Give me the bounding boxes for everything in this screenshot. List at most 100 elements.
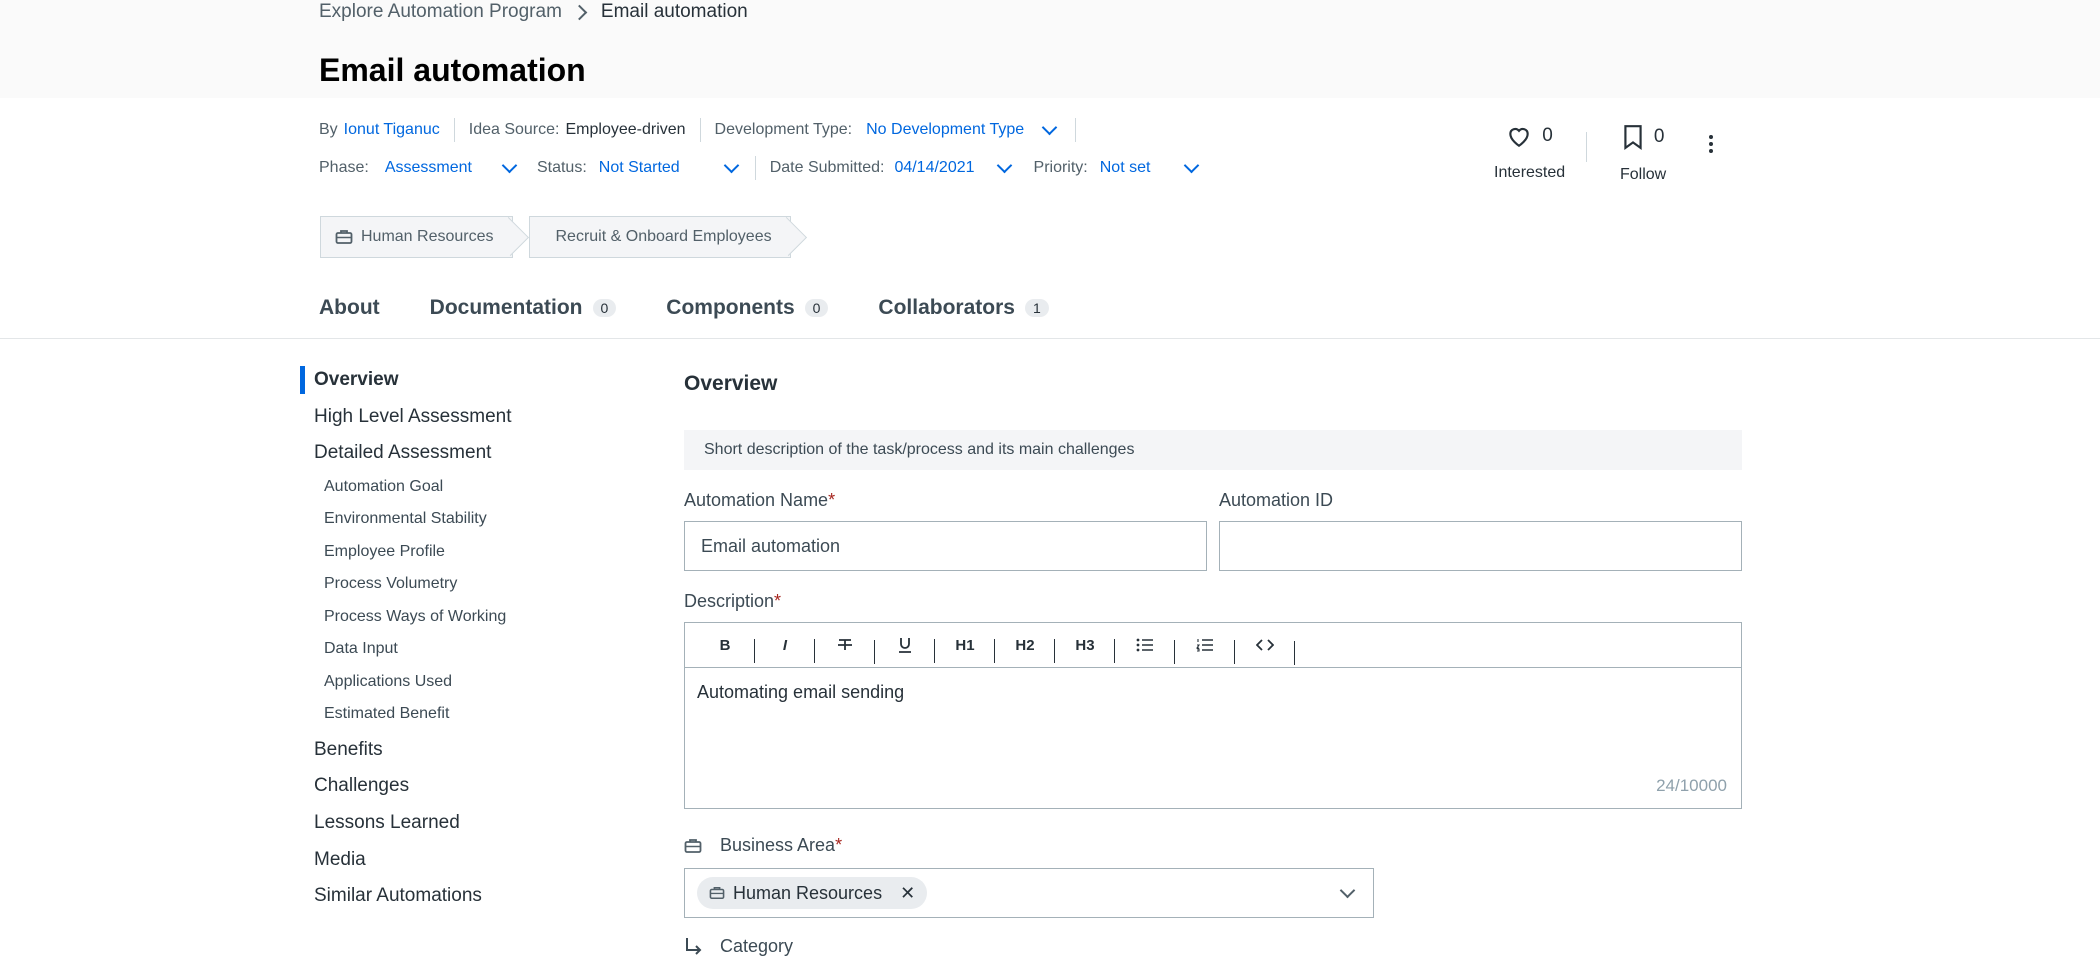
automation-name-label: Automation Name* <box>684 490 836 510</box>
breadcrumb-parent-link[interactable]: Explore Automation Program <box>319 1 562 23</box>
heading-1-button[interactable]: H1 <box>935 637 995 663</box>
nav-overview[interactable]: Overview <box>300 366 620 394</box>
divider <box>1075 118 1077 142</box>
divider <box>453 118 455 142</box>
page-title: Email automation <box>319 52 586 88</box>
phase-label: Phase: <box>319 159 369 176</box>
business-area-chip: Human Resources ✕ <box>697 877 928 909</box>
automation-id-label: Automation ID <box>1219 490 1334 510</box>
italic-button[interactable]: I <box>755 637 815 663</box>
business-area-label: Business Area * <box>684 835 1742 856</box>
priority-dropdown[interactable]: Not set <box>1100 159 1151 177</box>
phase-dropdown[interactable]: Assessment <box>385 159 472 177</box>
status-dropdown[interactable]: Not Started <box>599 159 680 177</box>
follow-button[interactable]: 0 Follow <box>1620 124 1666 184</box>
follow-label: Follow <box>1620 166 1667 183</box>
divider <box>754 156 756 180</box>
chevron-down-icon[interactable] <box>1041 119 1058 136</box>
meta-row-2: Phase: Assessment Status: Not Started Da… <box>319 154 1200 182</box>
nav-applications-used[interactable]: Applications Used <box>300 671 620 704</box>
date-submitted-picker[interactable]: 04/14/2021 <box>894 159 974 177</box>
nav-media[interactable]: Media <box>300 846 620 883</box>
strikethrough-button[interactable] <box>815 638 875 664</box>
subdirectory-arrow-icon <box>686 937 702 955</box>
category-label: Category <box>684 936 1742 957</box>
nav-similar-automations[interactable]: Similar Automations <box>300 882 620 919</box>
chevron-down-icon[interactable] <box>996 157 1012 174</box>
more-options-icon[interactable] <box>1708 134 1714 154</box>
meta-row-1: By Ionut Tiganuc Idea Source: Employee-d… <box>319 116 1090 144</box>
tab-collaborators[interactable]: Collaborators 1 <box>878 296 1049 320</box>
helper-text: Short description of the task/process an… <box>684 430 1742 470</box>
follow-count: 0 <box>1653 126 1665 147</box>
idea-source-label: Idea Source: <box>468 121 560 138</box>
count-badge: 1 <box>1024 299 1049 317</box>
tab-divider <box>0 338 2100 339</box>
nav-data-input[interactable]: Data Input <box>300 638 620 671</box>
nav-process-ways-of-working[interactable]: Process Ways of Working <box>300 606 620 639</box>
briefcase-icon <box>709 886 725 900</box>
nav-detailed-assessment[interactable]: Detailed Assessment <box>300 439 620 476</box>
numbered-list-button[interactable] <box>1175 638 1235 664</box>
description-textarea[interactable]: Automating email sending 24/10000 <box>685 668 1741 808</box>
chevron-right-icon <box>571 4 588 20</box>
count-badge: 0 <box>804 299 829 317</box>
header-band <box>0 0 2100 98</box>
tag-label: Human Resources <box>361 228 494 245</box>
idea-source-value: Employee-driven <box>565 121 686 138</box>
heading-3-button[interactable]: H3 <box>1055 637 1115 663</box>
author-link[interactable]: Ionut Tiganuc <box>344 121 440 139</box>
description-editor: B I H1 H2 H3 Automating email sending 24… <box>684 622 1742 809</box>
tab-label: Documentation <box>429 296 583 319</box>
tab-label: About <box>319 296 380 319</box>
nav-automation-goal[interactable]: Automation Goal <box>300 476 620 509</box>
strikethrough-icon <box>838 639 852 650</box>
development-type-dropdown[interactable]: No Development Type <box>866 121 1024 139</box>
section-nav: Overview High Level Assessment Detailed … <box>300 366 620 919</box>
heading-2-button[interactable]: H2 <box>995 637 1055 663</box>
code-button[interactable] <box>1235 639 1295 665</box>
description-text: Automating email sending <box>697 682 905 702</box>
chevron-down-icon[interactable] <box>1339 882 1356 899</box>
nav-environmental-stability[interactable]: Environmental Stability <box>300 508 620 541</box>
briefcase-icon <box>684 838 702 853</box>
process-tags: Human Resources Recruit & Onboard Employ… <box>320 216 807 258</box>
chevron-down-icon[interactable] <box>723 157 739 174</box>
underline-icon <box>899 638 911 653</box>
nav-challenges[interactable]: Challenges <box>300 772 620 809</box>
description-label: Description* <box>684 591 782 611</box>
priority-label: Priority: <box>1033 159 1088 176</box>
nav-estimated-benefit[interactable]: Estimated Benefit <box>300 703 620 736</box>
interested-button[interactable]: 0 Interested <box>1494 124 1565 182</box>
tag-business-area[interactable]: Human Resources <box>320 216 513 258</box>
remove-chip-icon[interactable]: ✕ <box>900 883 915 904</box>
underline-button[interactable] <box>875 637 935 663</box>
chip-label: Human Resources <box>733 882 883 903</box>
tab-label: Collaborators <box>878 296 1015 319</box>
status-label: Status: <box>536 159 587 176</box>
chevron-down-icon[interactable] <box>1184 157 1200 174</box>
bulleted-list-button[interactable] <box>1115 638 1175 664</box>
chevron-down-icon[interactable] <box>501 157 518 174</box>
tab-documentation[interactable]: Documentation 0 <box>430 296 617 320</box>
nav-lessons-learned[interactable]: Lessons Learned <box>300 809 620 846</box>
breadcrumb-current: Email automation <box>600 1 748 22</box>
interested-count: 0 <box>1542 125 1553 146</box>
interested-label: Interested <box>1494 164 1566 181</box>
tab-components[interactable]: Components 0 <box>666 296 829 320</box>
automation-name-input[interactable]: Email automation <box>684 521 1207 571</box>
character-counter: 24/10000 <box>1656 776 1727 795</box>
bold-button[interactable]: B <box>695 637 755 663</box>
divider <box>699 118 701 142</box>
nav-benefits[interactable]: Benefits <box>300 736 620 773</box>
tab-about[interactable]: About <box>319 296 380 320</box>
tag-label: Recruit & Onboard Employees <box>555 228 772 245</box>
numbered-list-icon <box>1196 639 1213 652</box>
business-area-select[interactable]: Human Resources ✕ <box>684 868 1374 918</box>
automation-id-input[interactable] <box>1219 521 1742 571</box>
nav-high-level-assessment[interactable]: High Level Assessment <box>300 403 620 440</box>
heart-icon <box>1509 127 1530 148</box>
nav-process-volumetry[interactable]: Process Volumetry <box>300 573 620 606</box>
nav-employee-profile[interactable]: Employee Profile <box>300 541 620 574</box>
tag-category[interactable]: Recruit & Onboard Employees <box>528 216 791 258</box>
